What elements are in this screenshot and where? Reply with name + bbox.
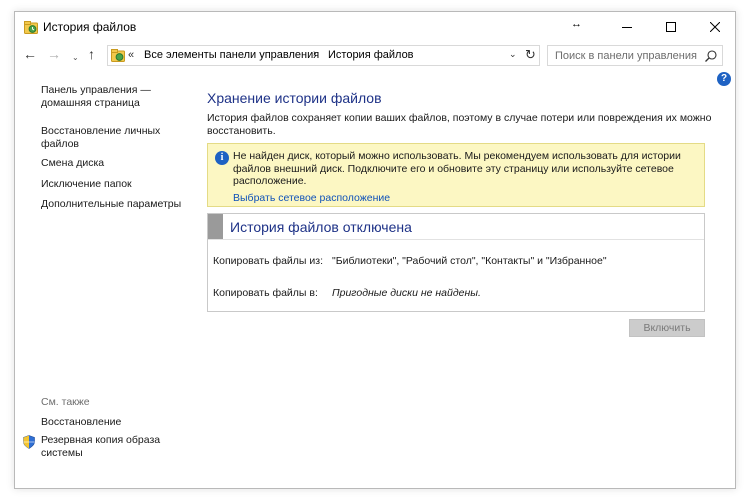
- enable-button[interactable]: Включить: [629, 319, 705, 337]
- resize-arrow-icon: ↔: [571, 18, 582, 30]
- select-network-location-link[interactable]: Выбрать сетевое расположение: [233, 192, 390, 204]
- minimize-button[interactable]: [605, 12, 649, 42]
- sidebar-link-change-drive[interactable]: Смена диска: [41, 157, 104, 170]
- recent-locations-button[interactable]: ⌄: [72, 50, 79, 66]
- close-button[interactable]: [693, 12, 735, 42]
- address-dropdown-icon[interactable]: ⌄: [509, 49, 517, 60]
- close-icon: [710, 22, 720, 32]
- status-title: История файлов отключена: [230, 219, 412, 235]
- sidebar-link-label: Восстановление личных: [41, 125, 161, 137]
- sidebar-link-label: файлов: [41, 138, 80, 150]
- warning-box: i Не найден диск, который можно использо…: [207, 143, 705, 207]
- window-title: История файлов: [43, 20, 137, 34]
- forward-button[interactable]: →: [47, 46, 61, 62]
- address-bar[interactable]: « Все элементы панели управления › Истор…: [107, 45, 540, 66]
- page-title: Хранение истории файлов: [207, 90, 382, 106]
- warning-message: Не найден диск, который можно использова…: [233, 150, 681, 187]
- file-history-app-icon: [24, 21, 38, 34]
- info-icon: i: [215, 151, 229, 165]
- sidebar-link-label: системы: [41, 447, 83, 459]
- sidebar-link-label: Резервная копия образа: [41, 434, 161, 446]
- copy-to-value: Пригодные диски не найдены.: [332, 287, 481, 299]
- sidebar-link-system-image-backup[interactable]: Резервная копия образа системы: [41, 434, 160, 460]
- sidebar-link-control-panel-home[interactable]: Панель управления — домашняя страница: [41, 84, 151, 110]
- sidebar-link-restore-files[interactable]: Восстановление личных файлов: [41, 125, 160, 151]
- navigation-bar: ← → ⌄ ↑ « Все элементы панели управления…: [15, 42, 735, 68]
- maximize-icon: [666, 22, 676, 32]
- search-input[interactable]: [548, 46, 698, 65]
- status-panel-header: История файлов отключена: [208, 214, 704, 240]
- help-icon[interactable]: ?: [717, 72, 731, 86]
- breadcrumb-overflow-icon[interactable]: «: [128, 49, 134, 61]
- search-icon[interactable]: [704, 49, 718, 63]
- page-description: История файлов сохраняет копии ваших фай…: [207, 112, 712, 137]
- copy-from-value: "Библиотеки", "Рабочий стол", "Контакты"…: [332, 255, 607, 267]
- sidebar-link-label: Панель управления —: [41, 84, 151, 96]
- breadcrumb-chevron-icon[interactable]: ›: [313, 48, 316, 59]
- sidebar-link-advanced-settings[interactable]: Дополнительные параметры: [41, 198, 181, 211]
- breadcrumb-file-history[interactable]: История файлов: [328, 49, 414, 61]
- search-box[interactable]: [547, 45, 723, 66]
- back-button[interactable]: ←: [23, 46, 37, 62]
- status-panel: История файлов отключена Копировать файл…: [207, 213, 705, 312]
- refresh-icon[interactable]: ↻: [525, 47, 536, 63]
- maximize-button[interactable]: [649, 12, 693, 42]
- copy-to-label: Копировать файлы в:: [213, 287, 318, 299]
- status-indicator: [208, 214, 223, 239]
- title-bar[interactable]: История файлов ↔: [15, 12, 735, 42]
- breadcrumb-all-control-panel-items[interactable]: Все элементы панели управления: [144, 49, 319, 61]
- shield-icon: [23, 435, 35, 449]
- file-history-window: История файлов ↔ ← → ⌄ ↑ « Все элементы …: [14, 11, 736, 489]
- copy-from-label: Копировать файлы из:: [213, 255, 323, 267]
- file-history-location-icon: [111, 49, 125, 62]
- minimize-icon: [622, 26, 632, 28]
- sidebar-link-exclude-folders[interactable]: Исключение папок: [41, 178, 132, 191]
- up-button[interactable]: ↑: [88, 46, 95, 62]
- see-also-heading: См. также: [41, 396, 90, 408]
- sidebar-link-label: домашняя страница: [41, 97, 140, 109]
- sidebar-link-recovery[interactable]: Восстановление: [41, 416, 121, 429]
